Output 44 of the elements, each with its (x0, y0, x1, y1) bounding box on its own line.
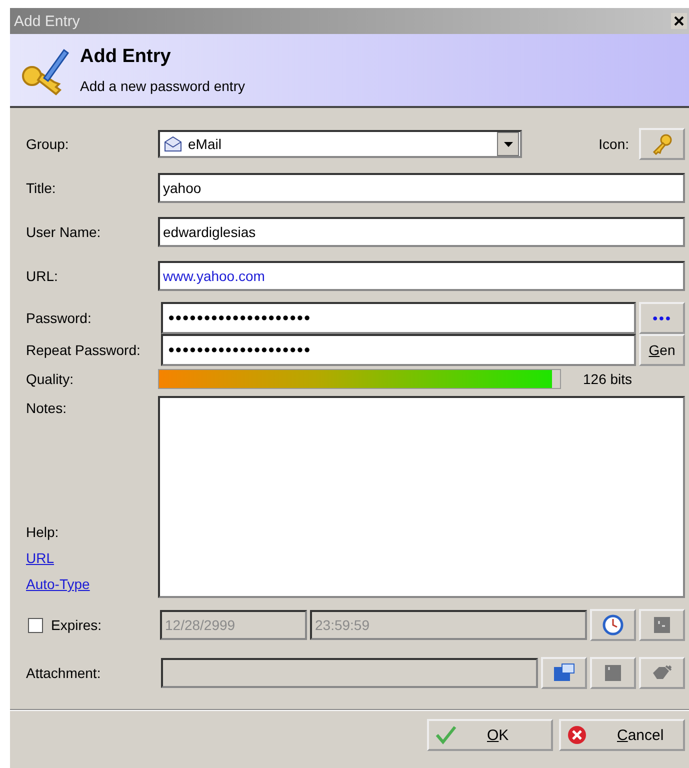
icon-label: Icon: (598, 136, 629, 152)
text-field[interactable]: www.yahoo.com (158, 261, 685, 291)
password-field[interactable]: ●●●●●●●●●●●●●●●●●●●● (161, 334, 636, 366)
password-label: Password: (26, 310, 92, 326)
calendar-button[interactable] (639, 609, 685, 641)
repeat-password-label: Repeat Password: (26, 342, 142, 358)
save-attachment-button[interactable] (590, 657, 636, 689)
remove-attachment-button[interactable] (639, 657, 685, 689)
key-icon (651, 133, 673, 155)
field-label: User Name: (26, 224, 102, 240)
quality-reading: 126 bits (583, 371, 632, 387)
text-field[interactable]: yahoo (158, 173, 685, 203)
group-label: Group: (26, 136, 70, 152)
help-label: Help: (26, 524, 60, 540)
clock-icon (602, 614, 624, 636)
dialog-heading: Add Entry (80, 46, 172, 68)
checkmark-icon (435, 725, 457, 745)
window-title: Add Entry (14, 12, 80, 30)
attachment-field[interactable] (161, 658, 538, 688)
generate-button[interactable]: Gen (639, 334, 685, 366)
notes-field[interactable] (158, 396, 685, 598)
show-password-button[interactable]: ●●● (639, 302, 685, 334)
envelope-icon (164, 136, 182, 152)
clock-button[interactable] (590, 609, 636, 641)
password-field[interactable]: ●●●●●●●●●●●●●●●●●●●● (161, 302, 636, 334)
help-link[interactable]: URL (26, 550, 54, 566)
cancel-icon (567, 725, 587, 745)
open-attachment-button[interactable] (541, 657, 587, 689)
text-field[interactable]: edwardiglesias (158, 217, 685, 247)
dialog-subtitle: Add a new password entry (80, 78, 245, 94)
attachment-label: Attachment: (26, 665, 102, 681)
help-link[interactable]: Auto-Type (26, 576, 90, 592)
close-icon[interactable] (671, 13, 687, 29)
field-label: Title: (26, 180, 57, 196)
field-label: URL: (26, 268, 59, 284)
dropdown-arrow-icon (504, 142, 512, 146)
icon-picker-button[interactable] (639, 128, 685, 160)
ok-button[interactable]: OK (427, 719, 553, 751)
expires-label: Expires: (51, 617, 102, 633)
quality-label: Quality: (26, 371, 74, 387)
folder-icon (553, 663, 575, 683)
group-dropdown[interactable]: eMail (158, 130, 522, 158)
cancel-button[interactable]: Cancel (559, 719, 685, 751)
notes-label: Notes: (26, 400, 68, 416)
